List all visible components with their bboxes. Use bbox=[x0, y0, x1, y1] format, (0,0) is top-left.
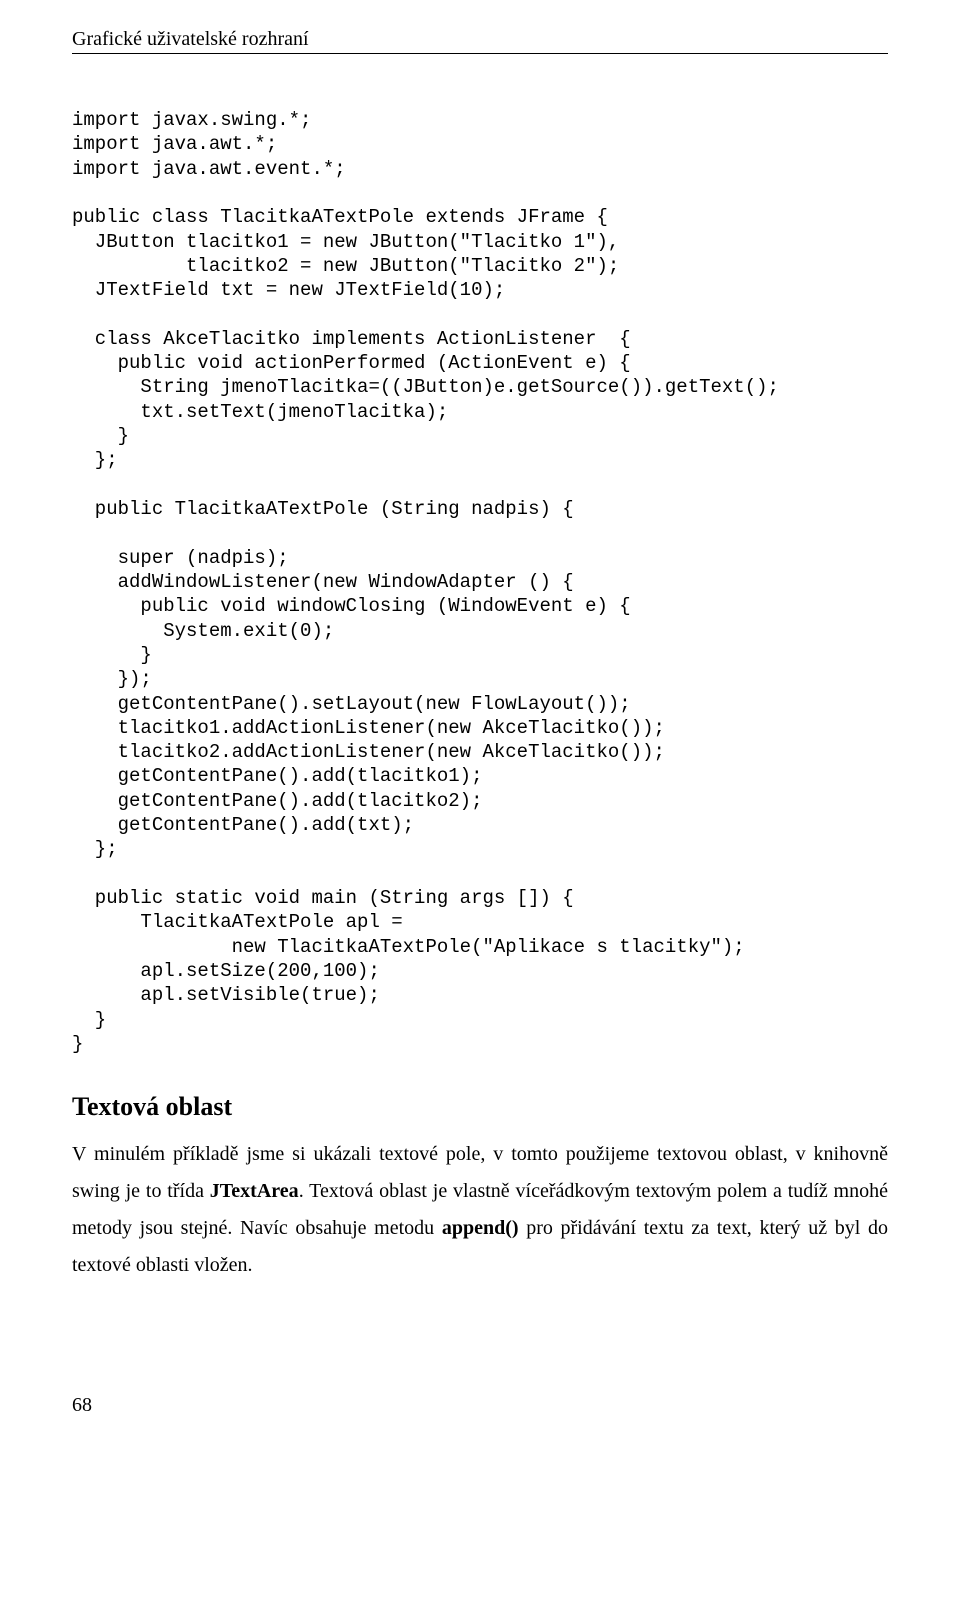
bold-term-append: append() bbox=[442, 1217, 519, 1239]
section-heading: Textová oblast bbox=[72, 1092, 888, 1122]
code-listing: import javax.swing.*; import java.awt.*;… bbox=[72, 108, 888, 1056]
bold-term-jtextarea: JTextArea bbox=[210, 1180, 299, 1202]
page: Grafické uživatelské rozhraní import jav… bbox=[0, 0, 960, 1457]
running-header: Grafické uživatelské rozhraní bbox=[72, 28, 888, 54]
page-number: 68 bbox=[72, 1394, 888, 1417]
body-paragraph: V minulém příkladě jsme si ukázali texto… bbox=[72, 1136, 888, 1284]
